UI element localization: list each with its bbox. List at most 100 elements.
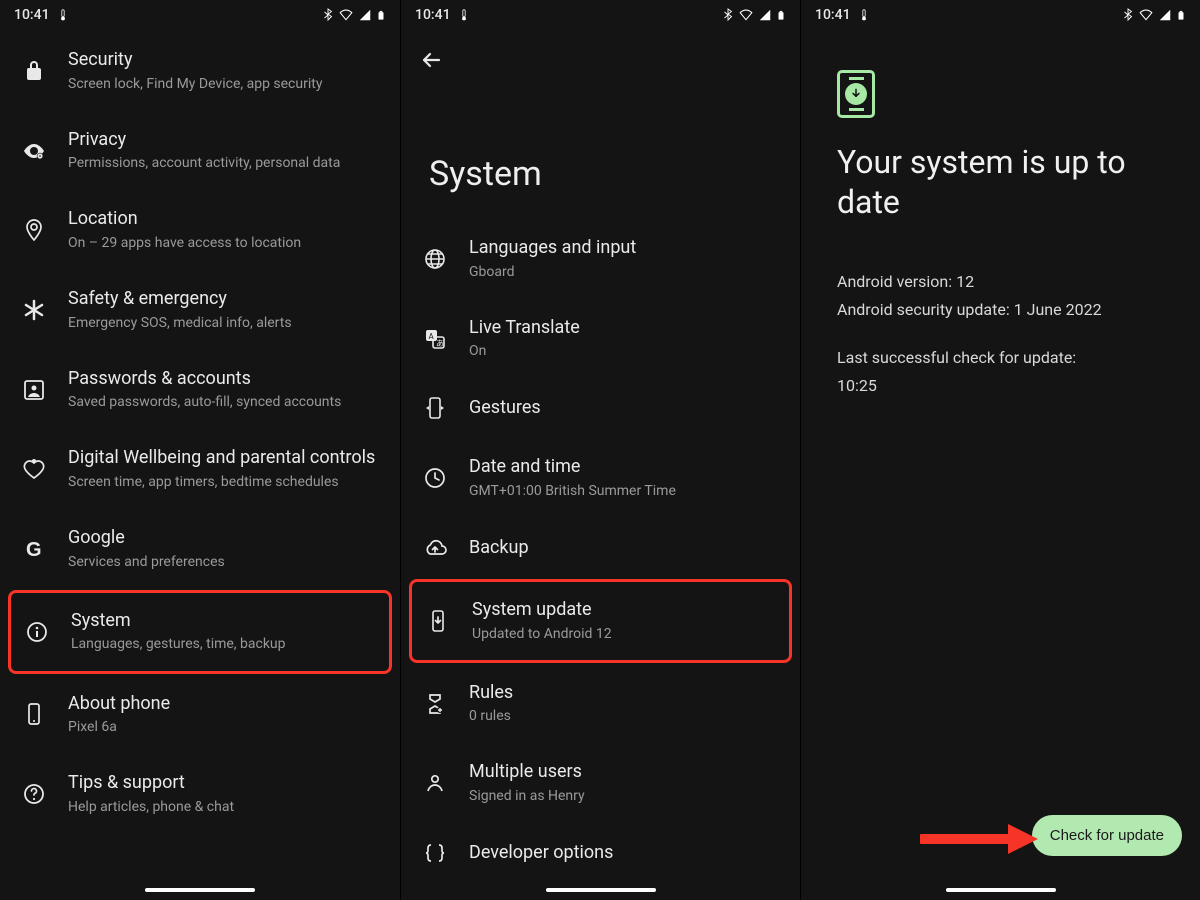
security-update-line: Android security update: 1 June 2022	[837, 298, 1164, 322]
signal-icon	[358, 8, 372, 22]
info-icon	[25, 620, 49, 644]
status-time: 10:41	[815, 7, 851, 23]
status-icons	[722, 8, 786, 23]
panel2-item-date-and-time[interactable]: Date and time GMT+01:00 British Summer Ti…	[409, 439, 792, 517]
panel2-item-backup[interactable]: Backup	[409, 519, 792, 577]
item-title: Live Translate	[469, 317, 580, 340]
panel1-item-google[interactable]: GoogleServices and preferences	[8, 510, 392, 588]
google-icon	[22, 537, 46, 561]
panel2-item-multiple-users[interactable]: Multiple users Signed in as Henry	[409, 744, 792, 822]
item-subtitle: Permissions, account activity, personal …	[68, 154, 340, 172]
account-box-icon	[22, 378, 46, 402]
thermometer-icon	[857, 8, 871, 22]
last-check-label: Last successful check for update:	[837, 346, 1164, 370]
item-title: Privacy	[68, 129, 340, 152]
system-list: Languages and input Gboard Live Translate O…	[401, 220, 800, 894]
item-subtitle: 0 rules	[469, 707, 513, 725]
panel1-item-passwords-accounts[interactable]: Passwords & accountsSaved passwords, aut…	[8, 351, 392, 429]
bluetooth-icon	[1122, 8, 1134, 22]
last-check-time: 10:25	[837, 374, 1164, 398]
person-icon	[423, 771, 447, 795]
update-status-heading: Your system is up to date	[837, 142, 1164, 222]
item-subtitle: Emergency SOS, medical info, alerts	[68, 314, 292, 332]
down-arrow-icon	[849, 87, 863, 101]
phone-down-icon	[426, 609, 450, 633]
item-title: Rules	[469, 682, 513, 705]
item-subtitle: On	[469, 342, 580, 360]
item-subtitle: Pixel 6a	[68, 718, 170, 736]
check-for-update-button[interactable]: Check for update	[1032, 815, 1182, 856]
item-title: Location	[68, 208, 301, 231]
wifi-icon	[738, 8, 754, 22]
bluetooth-icon	[722, 8, 734, 22]
item-title: System update	[472, 599, 612, 622]
clock-icon	[423, 466, 447, 490]
panel1-item-location[interactable]: LocationOn – 29 apps have access to loca…	[8, 191, 392, 269]
globe-icon	[423, 247, 447, 271]
signal-icon	[1158, 8, 1172, 22]
settings-main-panel: 10:41 SecurityScreen lock, Find My Devic…	[0, 0, 400, 900]
item-title: Security	[68, 49, 322, 72]
panel1-item-about-phone[interactable]: About phone Pixel 6a	[8, 676, 392, 754]
pin-icon	[22, 218, 46, 242]
nav-pill[interactable]	[546, 888, 656, 892]
item-title: Developer options	[469, 842, 613, 865]
eye-icon	[22, 139, 46, 163]
gesture-icon	[423, 396, 447, 420]
rules-icon	[423, 692, 447, 716]
update-info-block: Android version: 12 Android security upd…	[837, 270, 1164, 398]
battery-icon	[1176, 8, 1186, 23]
item-subtitle: Services and preferences	[68, 553, 225, 571]
item-title: Passwords & accounts	[68, 368, 341, 391]
item-title: About phone	[68, 693, 170, 716]
annotation-arrow	[920, 820, 1040, 858]
panel2-item-rules[interactable]: Rules 0 rules	[409, 665, 792, 743]
item-subtitle: Signed in as Henry	[469, 787, 585, 805]
nav-pill[interactable]	[946, 888, 1056, 892]
bluetooth-icon	[322, 8, 334, 22]
back-arrow-icon	[419, 48, 443, 72]
item-subtitle: Screen time, app timers, bedtime schedul…	[68, 473, 375, 491]
item-title: System	[71, 610, 286, 633]
heart-icon	[22, 457, 46, 481]
item-subtitle: GMT+01:00 British Summer Time	[469, 482, 676, 500]
panel1-item-security[interactable]: SecurityScreen lock, Find My Device, app…	[8, 32, 392, 110]
status-bar: 10:41	[401, 0, 800, 30]
panel1-item-digital-wellbeing-and-parental-controls[interactable]: Digital Wellbeing and parental controlsS…	[8, 430, 392, 508]
panel1-item-system[interactable]: System Languages, gestures, time, backup	[8, 590, 392, 674]
panel1-item-tips-support[interactable]: Tips & support Help articles, phone & cha…	[8, 755, 392, 833]
android-version-line: Android version: 12	[837, 270, 1164, 294]
item-title: Tips & support	[68, 772, 234, 795]
status-bar: 10:41	[801, 0, 1200, 30]
panel2-item-system-update[interactable]: System updateUpdated to Android 12	[409, 579, 792, 663]
lock-icon	[22, 59, 46, 83]
panel1-item-privacy[interactable]: Privacy Permissions, account activity, pe…	[8, 112, 392, 190]
item-subtitle: Languages, gestures, time, backup	[71, 635, 286, 653]
panel2-item-gestures[interactable]: Gestures	[409, 379, 792, 437]
item-title: Safety & emergency	[68, 288, 292, 311]
system-settings-panel: 10:41 System Languages and input Gboard Li…	[400, 0, 800, 900]
item-title: Multiple users	[469, 761, 585, 784]
update-phone-icon	[837, 70, 875, 118]
panel1-item-safety-emergency[interactable]: Safety & emergency Emergency SOS, medical…	[8, 271, 392, 349]
item-title: Backup	[469, 537, 529, 560]
item-title: Languages and input	[469, 237, 636, 260]
status-bar: 10:41	[0, 0, 400, 30]
item-title: Gestures	[469, 397, 541, 420]
panel2-item-developer-options[interactable]: Developer options	[409, 824, 792, 882]
wifi-icon	[338, 8, 354, 22]
wifi-icon	[1138, 8, 1154, 22]
nav-pill[interactable]	[145, 888, 255, 892]
phone-a-icon	[22, 702, 46, 726]
back-button[interactable]	[417, 46, 445, 74]
translate-icon	[423, 327, 447, 351]
item-subtitle: Help articles, phone & chat	[68, 798, 234, 816]
panel2-item-languages-and-input[interactable]: Languages and input Gboard	[409, 220, 792, 298]
item-subtitle: Gboard	[469, 263, 636, 281]
panel2-item-live-translate[interactable]: Live Translate On	[409, 300, 792, 378]
battery-icon	[376, 8, 386, 23]
item-title: Date and time	[469, 456, 676, 479]
status-icons	[1122, 8, 1186, 23]
cloud-up-icon	[423, 536, 447, 560]
page-title: System	[401, 84, 800, 218]
